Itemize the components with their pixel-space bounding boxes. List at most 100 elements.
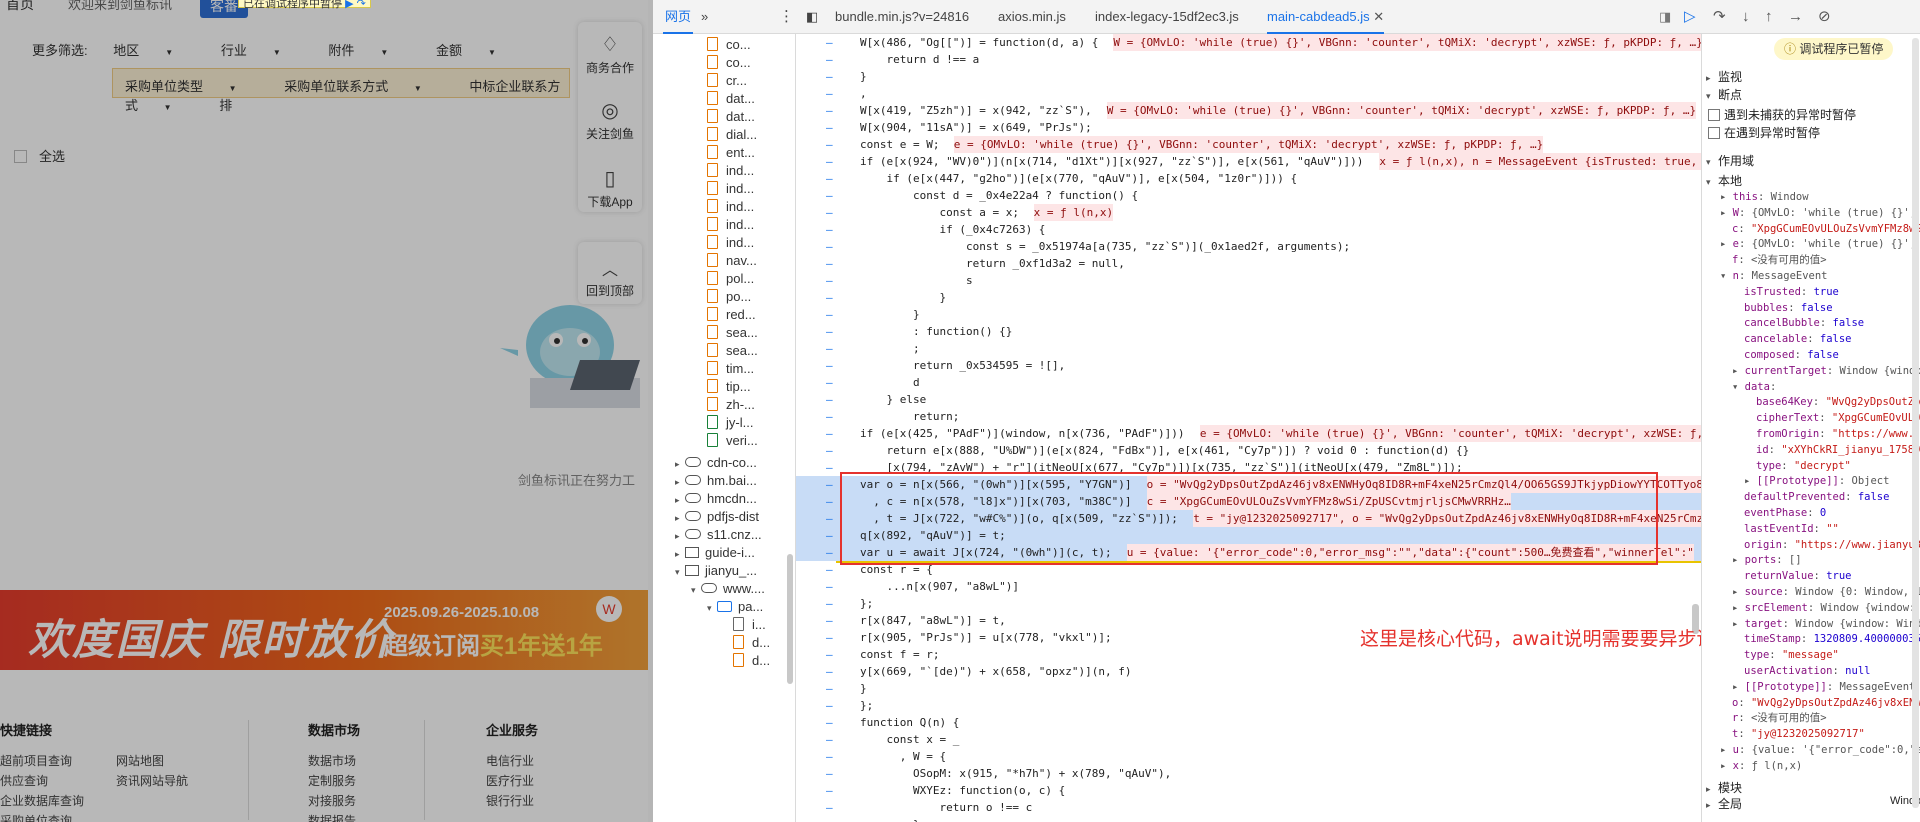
home-link[interactable]: 首页: [6, 0, 34, 14]
pause-exception-option[interactable]: 在遇到异常时暂停: [1708, 124, 1820, 141]
scope-variable[interactable]: fromOrigin: "https://www.jia: [1756, 427, 1920, 442]
filter-industry[interactable]: 行业 ▼: [221, 40, 303, 59]
code-line[interactable]: – }: [796, 289, 1701, 306]
filter-buyer-type[interactable]: 采购单位类型 ▼: [125, 79, 259, 94]
scope-variable[interactable]: cancelBubble: false: [1744, 316, 1864, 331]
scope-variable[interactable]: c: "XpgGCumEOvULOuZsVvmYFMz8wSi/Zp: [1732, 222, 1920, 237]
code-line[interactable]: – const s = _0x51974a[a(735, "zz`S")](_0…: [796, 238, 1701, 255]
code-line[interactable]: – OSopM: x(915, "*h7h") + x(789, "qAuV")…: [796, 765, 1701, 782]
watch-section[interactable]: ▸ 监视: [1706, 68, 1742, 85]
code-line[interactable]: – d: [796, 374, 1701, 391]
scope-variable[interactable]: t: "jy@1232025092717": [1732, 727, 1865, 742]
close-icon[interactable]: ✕: [1373, 9, 1384, 24]
footer-link[interactable]: 医疗行业: [486, 772, 534, 789]
step-icon[interactable]: ↷: [357, 0, 366, 10]
footer-link[interactable]: 数据报告: [308, 812, 356, 822]
scope-variable[interactable]: ▸ W: {OMvLO: 'while (true) {}', VBGn: [1720, 206, 1920, 221]
code-line[interactable]: – function Q(n) {: [796, 714, 1701, 731]
scope-variable[interactable]: ▸ target: Window {window: Window,: [1732, 617, 1920, 632]
tree-file[interactable]: veri...: [707, 430, 758, 452]
scope-variable[interactable]: base64Key: "WvQg2yDpsOutZpdAz: [1756, 395, 1920, 410]
modules-section[interactable]: ▸ 模块: [1706, 779, 1742, 796]
scope-variable[interactable]: ▸ srcElement: Window {window: Win: [1732, 601, 1920, 616]
code-line[interactable]: – if (e[x(924, "WV)0")](n[x(714, "d1Xt")]…: [796, 153, 1701, 170]
code-line[interactable]: – if (e[x(447, "g2ho")](e[x(770, "qAuV")…: [796, 170, 1701, 187]
filter-sort[interactable]: 排: [219, 98, 232, 113]
scope-variable[interactable]: ▸ [[Prototype]]: Object: [1744, 474, 1889, 489]
deactivate-breakpoints-icon[interactable]: ⊘: [1818, 0, 1831, 34]
code-line[interactable]: – y[x(669, "`[de)") + x(658, "opxz")](n, …: [796, 663, 1701, 680]
code-line[interactable]: – const a = x; x = ƒ l(n,x): [796, 204, 1701, 221]
code-line[interactable]: – ;: [796, 340, 1701, 357]
scope-variable[interactable]: id: "xXYhCkRI_jianyu_175896344: [1756, 443, 1920, 458]
code-line[interactable]: – if (_0x4c7263) {: [796, 221, 1701, 238]
scope-variable[interactable]: eventPhase: 0: [1744, 506, 1826, 521]
scope-variable[interactable]: timeStamp: 1320809.4000000358: [1744, 632, 1920, 647]
code-line[interactable]: – , W = {: [796, 748, 1701, 765]
toggle-navigator-icon[interactable]: ◧: [806, 0, 818, 34]
scope-variable[interactable]: origin: "https://www.jianyu360.c: [1744, 538, 1920, 553]
scope-variable[interactable]: ▾ data:: [1732, 380, 1776, 395]
scope-variable[interactable]: userActivation: null: [1744, 664, 1870, 679]
scope-variable[interactable]: ▸ e: {OMvLO: 'while (true) {}', VBGn: [1720, 237, 1920, 252]
scope-variable[interactable]: cancelable: false: [1744, 332, 1851, 347]
footer-link[interactable]: 超前项目查询: [0, 752, 72, 769]
sidebar-scrollbar[interactable]: [1912, 38, 1919, 808]
code-editor[interactable]: – W[x(486, "Og[[")] = function(d, a) {W =…: [796, 34, 1701, 822]
code-line[interactable]: – if (e[x(425, "PAdF")](window, n[x(736, …: [796, 425, 1701, 442]
code-line[interactable]: – const d = _0x4e22a4 ? function() {: [796, 187, 1701, 204]
scope-variable[interactable]: composed: false: [1744, 348, 1839, 363]
scope-variable[interactable]: ▸ [[Prototype]]: MessageEvent: [1732, 680, 1915, 695]
filter-buyer-contact[interactable]: 采购单位联系方式 ▼: [284, 79, 444, 94]
checkbox[interactable]: [1708, 127, 1720, 139]
code-line[interactable]: – }: [796, 306, 1701, 323]
footer-link[interactable]: 资讯网站导航: [116, 772, 188, 789]
scope-variable[interactable]: type: "message": [1744, 648, 1839, 663]
scope-section[interactable]: ▾ 作用域: [1706, 152, 1754, 169]
code-line[interactable]: –}: [796, 680, 1701, 697]
global-scope[interactable]: ▸全局Window: [1706, 795, 1920, 812]
footer-link[interactable]: 定制服务: [308, 772, 356, 789]
scope-variable[interactable]: ▸ ports: []: [1732, 553, 1802, 568]
file-tab[interactable]: axios.min.js: [998, 0, 1066, 34]
more-options-icon[interactable]: ⋮: [779, 0, 794, 34]
step-out-icon[interactable]: ↑: [1765, 0, 1773, 34]
scope-variable[interactable]: r: <没有可用的值>: [1732, 711, 1827, 726]
local-scope[interactable]: ▾ 本地: [1706, 172, 1742, 189]
code-line[interactable]: – },: [796, 816, 1701, 822]
code-line[interactable]: – return;: [796, 408, 1701, 425]
code-line[interactable]: – const x = _: [796, 731, 1701, 748]
scope-variable[interactable]: o: "WvQg2yDpsOutZpdAz46jv8xENWHyOq: [1732, 696, 1920, 711]
code-line[interactable]: – return o !== c: [796, 799, 1701, 816]
select-all-checkbox[interactable]: [14, 150, 27, 163]
scope-variable[interactable]: ▸ x: ƒ l(n,x): [1720, 759, 1802, 774]
breakpoints-section[interactable]: ▾ 断点: [1706, 86, 1742, 103]
code-line[interactable]: – W[x(419, "Z5zh")] = x(942, "zz`S"), W = …: [796, 102, 1701, 119]
code-line[interactable]: – return e[x(888, "U%DW")](e[x(824, "FdB…: [796, 442, 1701, 459]
promo-banner[interactable]: 欢度国庆 限时放价 2025.09.26-2025.10.08 超级订阅买1年送…: [0, 590, 648, 670]
code-line[interactable]: –}: [796, 68, 1701, 85]
code-line[interactable]: – WXYEz: function(o, c) {: [796, 782, 1701, 799]
scope-variable[interactable]: isTrusted: true: [1744, 285, 1839, 300]
scope-variable[interactable]: cipherText: "XpgGCumEOvULOuZs: [1756, 411, 1920, 426]
file-tab[interactable]: index-legacy-15df2ec3.js: [1095, 0, 1239, 34]
footer-link[interactable]: 银行行业: [486, 792, 534, 809]
scope-variable[interactable]: ▸ u: {value: '{"error_code":0,"error: [1720, 743, 1920, 758]
code-line[interactable]: – return _0x534595 = ![],: [796, 357, 1701, 374]
scope-variable[interactable]: ▸ source: Window {0: Window, 1: W: [1732, 585, 1920, 600]
code-line[interactable]: – W[x(904, "11sA")] = x(649, "PrJs");: [796, 119, 1701, 136]
resume-icon[interactable]: ▷: [1684, 0, 1696, 34]
toggle-debugger-icon[interactable]: ◨: [1659, 0, 1671, 34]
scope-variable[interactable]: defaultPrevented: false: [1744, 490, 1889, 505]
scope-variable[interactable]: returnValue: true: [1744, 569, 1852, 584]
navigator-scrollbar[interactable]: [787, 554, 793, 684]
code-line[interactable]: –,: [796, 85, 1701, 102]
scope-variable[interactable]: f: <没有可用的值>: [1732, 253, 1827, 268]
code-line[interactable]: – : function() {}: [796, 323, 1701, 340]
download-app-button[interactable]: ▯ 下载App: [578, 166, 642, 210]
footer-link[interactable]: 供应查询: [0, 772, 48, 789]
filter-region[interactable]: 地区 ▼: [113, 40, 195, 59]
business-coop-button[interactable]: ♢ 商务合作: [578, 32, 642, 76]
tree-node[interactable]: d...: [723, 650, 770, 672]
tab-page[interactable]: 网页: [663, 0, 694, 34]
